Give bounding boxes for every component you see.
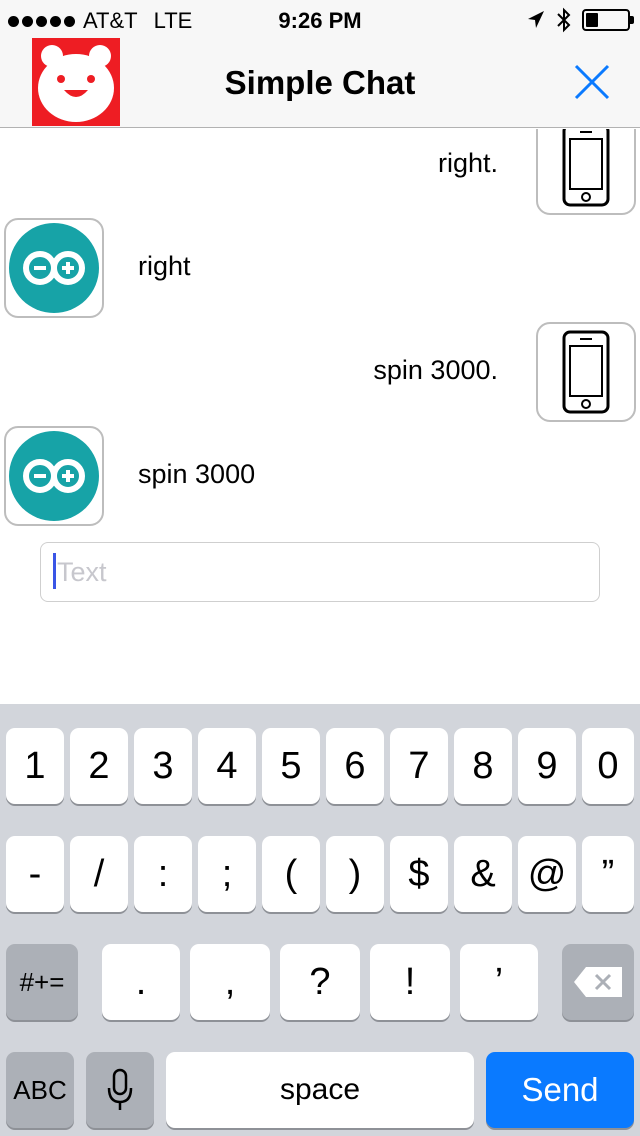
- key-colon[interactable]: :: [134, 836, 192, 912]
- key-slash[interactable]: /: [70, 836, 128, 912]
- key-ampersand[interactable]: &: [454, 836, 512, 912]
- message-text: spin 3000.: [373, 355, 498, 385]
- space-key[interactable]: space: [166, 1052, 474, 1128]
- status-right: [526, 7, 634, 33]
- microphone-icon: [107, 1068, 133, 1110]
- message-row: right: [0, 218, 640, 318]
- close-icon: [574, 64, 610, 100]
- key-semicolon[interactable]: ;: [198, 836, 256, 912]
- close-button[interactable]: [570, 60, 614, 104]
- key-open-paren[interactable]: (: [262, 836, 320, 912]
- bluetooth-icon: [557, 7, 571, 33]
- page-title: Simple Chat: [224, 64, 416, 101]
- symbols-key[interactable]: #+=: [6, 944, 78, 1020]
- key-1[interactable]: 1: [6, 728, 64, 804]
- arduino-avatar-icon: [4, 426, 104, 526]
- key-5[interactable]: 5: [262, 728, 320, 804]
- key-at[interactable]: @: [518, 836, 576, 912]
- key-0[interactable]: 0: [582, 728, 634, 804]
- battery-icon: [582, 9, 634, 31]
- key-8[interactable]: 8: [454, 728, 512, 804]
- key-apostrophe[interactable]: ’: [460, 944, 538, 1020]
- message-text: spin 3000: [138, 459, 256, 489]
- key-3[interactable]: 3: [134, 728, 192, 804]
- key-comma[interactable]: ,: [190, 944, 270, 1020]
- message-text: right: [138, 251, 191, 281]
- message-list[interactable]: right. right spin 3000. spin 3000: [0, 129, 640, 549]
- key-period[interactable]: .: [102, 944, 180, 1020]
- key-quote[interactable]: ”: [582, 836, 634, 912]
- key-exclamation[interactable]: !: [370, 944, 450, 1020]
- microphone-key[interactable]: [86, 1052, 154, 1128]
- message-row: spin 3000: [0, 426, 640, 526]
- message-row: spin 3000.: [0, 322, 640, 422]
- status-bar: AT&T LTE 9:26 PM: [0, 0, 640, 40]
- arduino-avatar-icon: [4, 218, 104, 318]
- send-key[interactable]: Send: [486, 1052, 634, 1128]
- message-row: right.: [0, 129, 640, 215]
- battery-level: [586, 13, 598, 27]
- key-6[interactable]: 6: [326, 728, 384, 804]
- key-hyphen[interactable]: -: [6, 836, 64, 912]
- key-4[interactable]: 4: [198, 728, 256, 804]
- phone-avatar-icon: [536, 322, 636, 422]
- key-close-paren[interactable]: ): [326, 836, 384, 912]
- delete-key[interactable]: [562, 944, 634, 1020]
- key-7[interactable]: 7: [390, 728, 448, 804]
- key-dollar[interactable]: $: [390, 836, 448, 912]
- message-input[interactable]: [40, 542, 600, 602]
- backspace-icon: [574, 967, 622, 997]
- phone-avatar-icon: [536, 129, 636, 215]
- key-question[interactable]: ?: [280, 944, 360, 1020]
- location-arrow-icon: [528, 11, 544, 28]
- abc-key[interactable]: ABC: [6, 1052, 74, 1128]
- message-text: right.: [437, 148, 498, 178]
- key-2[interactable]: 2: [70, 728, 128, 804]
- text-caret: [53, 553, 56, 589]
- key-9[interactable]: 9: [518, 728, 576, 804]
- keyboard: 1 2 3 4 5 6 7 8 9 0 - / : ; ( ) $ & @ ” …: [0, 704, 640, 1136]
- nav-bar: Simple Chat: [0, 38, 640, 128]
